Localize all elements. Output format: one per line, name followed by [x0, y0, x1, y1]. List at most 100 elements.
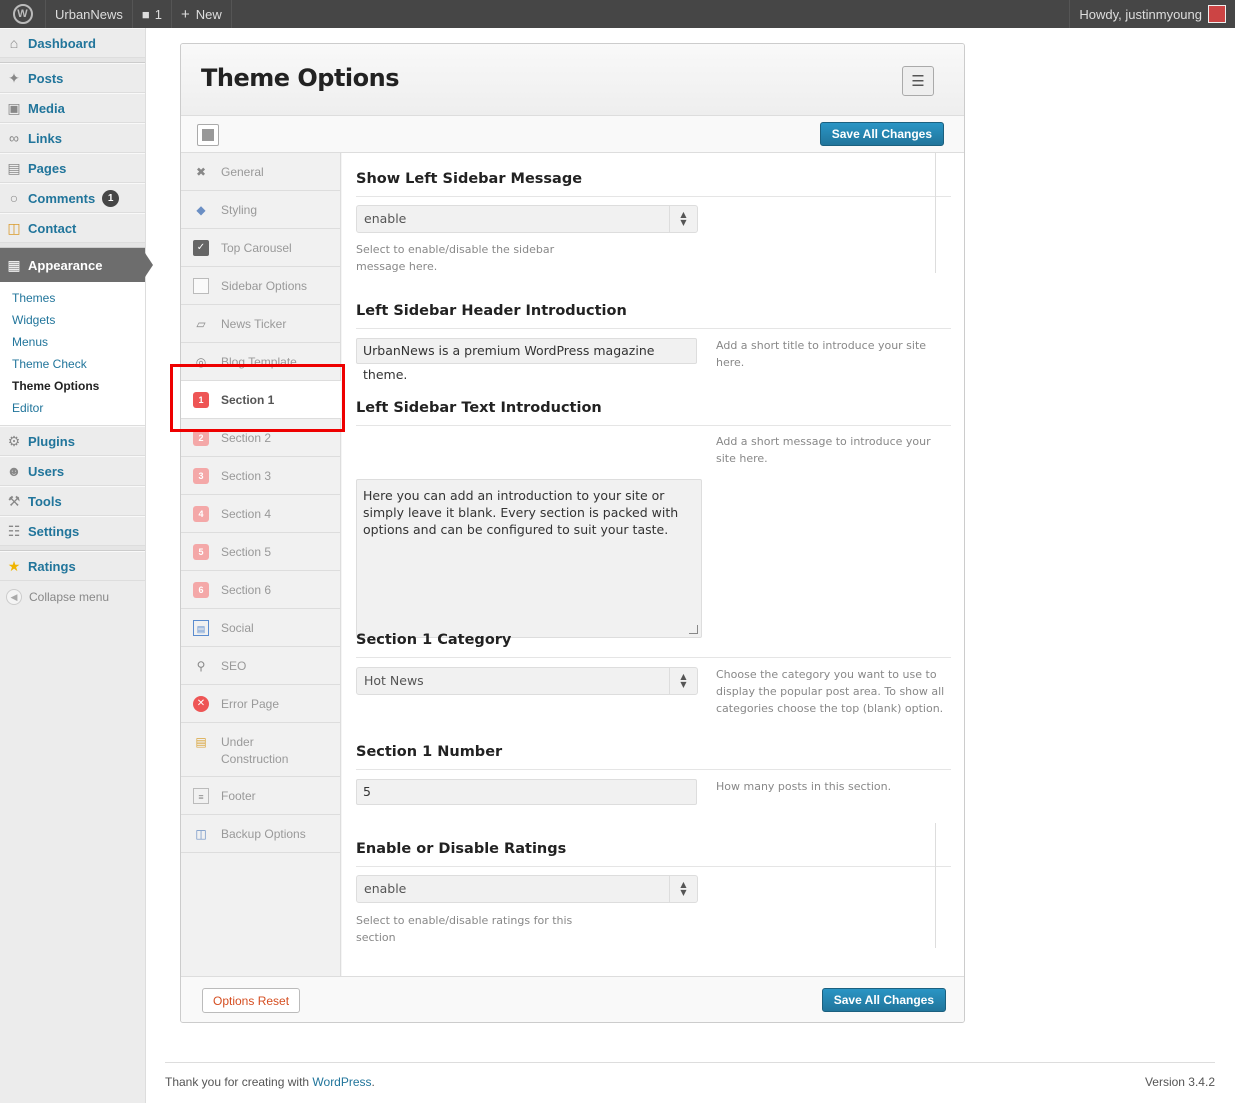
- sidebar-icon: [193, 277, 209, 294]
- divider: [935, 823, 936, 948]
- tab-styling[interactable]: ◆ Styling: [181, 191, 340, 229]
- menu-pages[interactable]: ▤ Pages: [0, 153, 145, 183]
- page-footer: Thank you for creating with WordPress. V…: [165, 1062, 1215, 1089]
- expand-toggle-icon[interactable]: [197, 124, 219, 146]
- tab-sidebar-options[interactable]: Sidebar Options: [181, 267, 340, 305]
- media-icon: ▣: [7, 100, 21, 116]
- menu-label: Plugins: [28, 433, 75, 449]
- show-left-sidebar-select[interactable]: enable ▲ ▼: [356, 205, 698, 233]
- error-icon: ✕: [193, 695, 209, 712]
- paint-bucket-icon: ◆: [196, 202, 206, 217]
- menu-label: Pages: [28, 160, 67, 176]
- menu-label: Settings: [28, 523, 80, 539]
- new-label: New: [195, 6, 222, 22]
- magnifier-icon: ⚲: [196, 658, 206, 673]
- tab-general[interactable]: ✖ General: [181, 153, 340, 191]
- menu-label: Ratings: [28, 558, 76, 574]
- header-intro-input[interactable]: UrbanNews is a premium WordPress magazin…: [356, 338, 697, 382]
- ratings-select[interactable]: enable ▲ ▼: [356, 875, 698, 903]
- submenu-theme-check[interactable]: Theme Check: [0, 353, 145, 375]
- tab-seo[interactable]: ⚲ SEO: [181, 647, 340, 685]
- save-all-changes-button-bottom[interactable]: Save All Changes: [821, 988, 946, 1012]
- wordpress-logo-icon[interactable]: W: [0, 0, 46, 28]
- site-name-link[interactable]: UrbanNews: [46, 0, 133, 28]
- tab-error-page[interactable]: ✕ Error Page: [181, 685, 340, 723]
- ticket-icon: ▱: [196, 316, 206, 331]
- submenu-widgets[interactable]: Widgets: [0, 309, 145, 331]
- menu-links[interactable]: ∞ Links: [0, 123, 145, 153]
- menu-settings[interactable]: ☷ Settings: [0, 516, 145, 546]
- field-description: Add a short title to introduce your site…: [716, 339, 927, 369]
- select-arrows-icon: ▲ ▼: [669, 668, 697, 694]
- menu-label: Links: [28, 130, 62, 146]
- tab-label: Section 6: [221, 582, 272, 597]
- tab-blog-template[interactable]: ◎ Blog Template: [181, 343, 340, 381]
- comment-icon: ○: [9, 190, 19, 206]
- tab-section-2[interactable]: 2 Section 2: [181, 419, 340, 457]
- tab-label: Top Carousel: [221, 240, 292, 255]
- divider: [935, 153, 936, 273]
- section1-category-select[interactable]: Hot News ▲ ▼: [356, 667, 698, 695]
- tab-backup-options[interactable]: ◫ Backup Options: [181, 815, 340, 853]
- number-badge-icon: 3: [193, 467, 209, 484]
- menu-label: Appearance: [28, 257, 103, 273]
- menu-dashboard[interactable]: ⌂ Dashboard: [0, 28, 145, 58]
- tab-top-carousel[interactable]: ✓ Top Carousel: [181, 229, 340, 267]
- menu-label: Tools: [28, 493, 62, 509]
- field-description: Add a short message to introduce your si…: [716, 435, 931, 465]
- new-content-link[interactable]: + New: [172, 0, 232, 28]
- tab-footer[interactable]: ≡ Footer: [181, 777, 340, 815]
- submenu-menus[interactable]: Menus: [0, 331, 145, 353]
- section1-number-input[interactable]: 5: [356, 779, 697, 805]
- field-title: Enable or Disable Ratings: [356, 841, 951, 867]
- collapse-menu-button[interactable]: ◀ Collapse menu: [0, 581, 145, 613]
- tab-label: Backup Options: [221, 826, 306, 841]
- tab-section-3[interactable]: 3 Section 3: [181, 457, 340, 495]
- submenu-themes[interactable]: Themes: [0, 287, 145, 309]
- menu-ratings[interactable]: ★ Ratings: [0, 551, 145, 581]
- save-all-changes-button-top[interactable]: Save All Changes: [819, 122, 944, 146]
- plus-icon: +: [181, 5, 190, 23]
- menu-comments[interactable]: ○ Comments 1: [0, 183, 145, 213]
- settings-sliders-icon: ☰: [902, 66, 934, 96]
- comments-link[interactable]: ■ 1: [133, 0, 173, 28]
- panel-toolbar: Save All Changes: [181, 116, 964, 153]
- footer-thanks: Thank you for creating with: [165, 1075, 313, 1089]
- tab-social[interactable]: ▤ Social: [181, 609, 340, 647]
- select-value: Hot News: [364, 673, 424, 688]
- page-title: Theme Options: [201, 64, 400, 92]
- tab-under-construction[interactable]: ▤ Under Construction: [181, 723, 340, 777]
- menu-appearance[interactable]: ▦ Appearance: [0, 248, 153, 282]
- admin-bar: W UrbanNews ■ 1 + New Howdy, justinmyoun…: [0, 0, 1235, 28]
- contact-icon: ◫: [7, 220, 21, 236]
- collapse-label: Collapse menu: [29, 590, 110, 604]
- tab-section-1[interactable]: 1 Section 1: [181, 381, 341, 419]
- submenu-theme-options[interactable]: Theme Options: [0, 375, 145, 397]
- text-intro-textarea[interactable]: Here you can add an introduction to your…: [356, 479, 702, 638]
- menu-posts[interactable]: ✦ Posts: [0, 63, 145, 93]
- menu-tools[interactable]: ⚒ Tools: [0, 486, 145, 516]
- menu-label: Contact: [28, 220, 77, 236]
- wordpress-link[interactable]: WordPress: [312, 1075, 371, 1089]
- tab-label: Sidebar Options: [221, 278, 308, 293]
- tab-section-6[interactable]: 6 Section 6: [181, 571, 340, 609]
- menu-users[interactable]: ☻ Users: [0, 456, 145, 486]
- menu-media[interactable]: ▣ Media: [0, 93, 145, 123]
- tab-section-5[interactable]: 5 Section 5: [181, 533, 340, 571]
- menu-plugins[interactable]: ⚙ Plugins: [0, 426, 145, 456]
- menu-label: Dashboard: [28, 35, 96, 51]
- plugin-icon: ⚙: [7, 433, 21, 449]
- howdy-text: Howdy, justinmyoung: [1079, 6, 1202, 22]
- submenu-editor[interactable]: Editor: [0, 397, 145, 419]
- menu-label: Users: [28, 463, 65, 479]
- field-title: Left Sidebar Header Introduction: [356, 303, 951, 329]
- tab-label: Section 5: [221, 544, 272, 559]
- tab-section-4[interactable]: 4 Section 4: [181, 495, 340, 533]
- number-badge-icon: 4: [193, 505, 209, 522]
- menu-contact[interactable]: ◫ Contact: [0, 213, 145, 243]
- tab-news-ticker[interactable]: ▱ News Ticker: [181, 305, 340, 343]
- users-icon: ☻: [6, 463, 22, 479]
- number-badge-icon: 1: [193, 391, 209, 408]
- options-reset-button[interactable]: Options Reset: [202, 988, 301, 1013]
- account-menu[interactable]: Howdy, justinmyoung: [1069, 0, 1235, 28]
